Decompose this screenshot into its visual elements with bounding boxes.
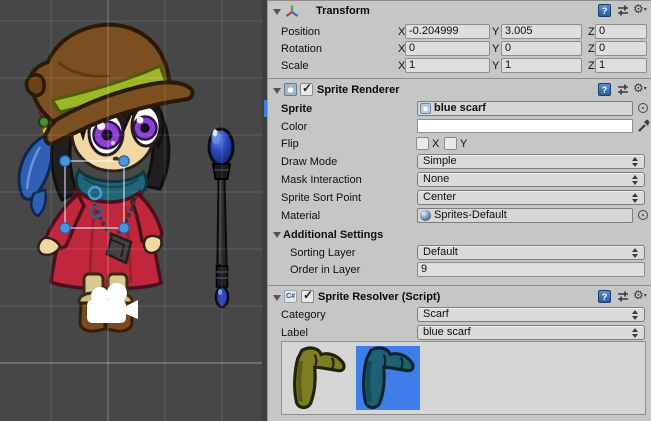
sprite-field-label: Sprite	[281, 101, 312, 117]
scale-x-field[interactable]: 1	[405, 58, 490, 73]
component-title: Transform	[316, 5, 370, 17]
order-in-layer-field[interactable]: 9	[417, 262, 645, 277]
material-sphere-icon	[420, 210, 431, 221]
field-label: Scale	[281, 58, 309, 74]
scale-y-field[interactable]: 1	[501, 58, 582, 73]
inspector-panel: Transform ? ⚙▾ Position X -0.204999 Y 3.…	[268, 0, 651, 421]
flip-x-checkbox[interactable]	[416, 137, 429, 150]
dropdown-arrow-icon	[632, 193, 639, 203]
color-field-label: Color	[281, 119, 307, 135]
rotation-y-field[interactable]: 0	[501, 41, 582, 56]
dropdown-arrow-icon	[632, 157, 639, 167]
axis-z-label: Z	[588, 41, 595, 57]
help-icon[interactable]: ?	[598, 83, 611, 96]
draw-mode-dropdown[interactable]: Simple	[417, 154, 645, 169]
label-label: Label	[281, 325, 308, 341]
green-scarf-thumbnail	[287, 346, 351, 410]
help-icon[interactable]: ?	[598, 290, 611, 303]
order-in-layer-label: Order in Layer	[290, 262, 360, 278]
gear-icon[interactable]: ⚙▾	[633, 82, 647, 96]
staff-sprite[interactable]	[209, 129, 233, 307]
foldout-arrow-icon[interactable]	[273, 295, 281, 301]
csharp-script-icon: C#	[284, 290, 297, 303]
sprite-renderer-header[interactable]: ✓ Sprite Renderer ? ⚙▾	[268, 81, 651, 99]
scene-canvas	[0, 0, 262, 421]
preset-icon[interactable]	[616, 290, 630, 303]
component-enabled-checkbox[interactable]: ✓	[301, 290, 314, 303]
component-enabled-checkbox[interactable]: ✓	[300, 83, 313, 96]
component-title: Sprite Resolver (Script)	[318, 291, 440, 303]
position-y-field[interactable]: 3.005	[501, 24, 582, 39]
dropdown-arrow-icon	[632, 175, 639, 185]
sprite-renderer-icon	[284, 83, 297, 96]
category-dropdown[interactable]: Scarf	[417, 307, 645, 322]
eyedropper-icon[interactable]	[637, 118, 651, 133]
sorting-layer-label: Sorting Layer	[290, 245, 355, 261]
dropdown-arrow-icon	[632, 328, 639, 338]
sprite-variant-blue-scarf[interactable]	[356, 346, 420, 410]
gear-icon[interactable]: ⚙▾	[633, 289, 647, 303]
sprite-resolver-header[interactable]: C# ✓ Sprite Resolver (Script) ? ⚙▾	[268, 288, 651, 306]
preset-icon[interactable]	[616, 83, 630, 96]
sorting-layer-dropdown[interactable]: Default	[417, 245, 645, 260]
axis-z-label: Z	[588, 24, 595, 40]
rotation-z-field[interactable]: 0	[595, 41, 647, 56]
axis-y-label: Y	[492, 41, 499, 57]
handle-top-right	[119, 156, 129, 166]
object-picker-icon[interactable]	[638, 103, 648, 113]
handle-top-left	[60, 156, 70, 166]
help-icon[interactable]: ?	[598, 4, 611, 17]
scale-z-field[interactable]: 1	[595, 58, 647, 73]
label-dropdown[interactable]: blue scarf	[417, 325, 645, 340]
transform-header[interactable]: Transform ? ⚙▾	[268, 2, 651, 20]
sort-point-dropdown[interactable]: Center	[417, 190, 645, 205]
color-swatch[interactable]	[417, 119, 633, 133]
material-label: Material	[281, 208, 320, 224]
sprite-object-field[interactable]: blue scarf	[417, 101, 633, 116]
sprite-thumb-icon	[420, 103, 431, 114]
handle-bottom-right	[119, 223, 129, 233]
position-x-field[interactable]: -0.204999	[405, 24, 490, 39]
character-sprite[interactable]	[19, 25, 192, 331]
draw-mode-label: Draw Mode	[281, 154, 337, 170]
sprite-variant-strip	[281, 341, 646, 415]
foldout-arrow-icon[interactable]	[273, 232, 281, 238]
transform-icon	[285, 4, 299, 18]
unity-editor: Transform ? ⚙▾ Position X -0.204999 Y 3.…	[0, 0, 651, 421]
field-label: Position	[281, 24, 320, 40]
additional-settings-label: Additional Settings	[283, 227, 383, 243]
foldout-arrow-icon[interactable]	[273, 88, 281, 94]
dropdown-arrow-icon	[632, 310, 639, 320]
mask-interaction-dropdown[interactable]: None	[417, 172, 645, 187]
prefab-override-marker	[264, 100, 267, 117]
component-title: Sprite Renderer	[317, 84, 400, 96]
flip-y-label: Y	[460, 136, 467, 152]
rotation-x-field[interactable]: 0	[405, 41, 490, 56]
flip-x-label: X	[432, 136, 439, 152]
mask-interaction-label: Mask Interaction	[281, 172, 362, 188]
axis-z-label: Z	[588, 58, 595, 74]
position-z-field[interactable]: 0	[595, 24, 647, 39]
blue-scarf-thumbnail	[356, 346, 420, 410]
scene-view[interactable]	[0, 0, 262, 421]
preset-icon[interactable]	[616, 4, 630, 17]
axis-y-label: Y	[492, 24, 499, 40]
flip-y-checkbox[interactable]	[444, 137, 457, 150]
dropdown-arrow-icon	[632, 248, 639, 258]
object-picker-icon[interactable]	[638, 210, 648, 220]
handle-bottom-left	[60, 223, 70, 233]
foldout-arrow-icon[interactable]	[273, 9, 281, 15]
field-label: Rotation	[281, 41, 322, 57]
category-label: Category	[281, 307, 326, 323]
material-object-field[interactable]: Sprites-Default	[417, 208, 633, 223]
gear-icon[interactable]: ⚙▾	[633, 3, 647, 17]
flip-field-label: Flip	[281, 136, 299, 152]
sort-point-label: Sprite Sort Point	[281, 190, 361, 206]
sprite-variant-green-scarf[interactable]	[287, 346, 351, 410]
axis-y-label: Y	[492, 58, 499, 74]
